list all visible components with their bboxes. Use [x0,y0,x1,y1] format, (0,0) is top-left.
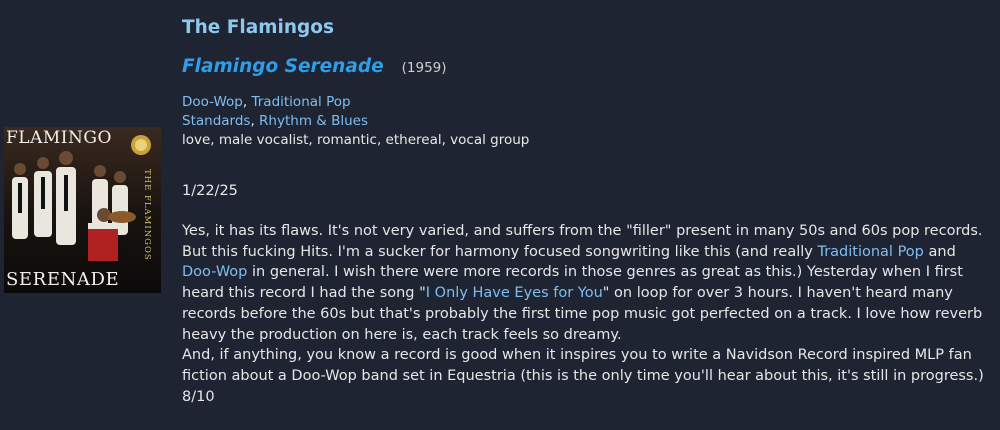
genre-link-doo-wop[interactable]: Doo-Wop [182,94,243,110]
review-date: 1/22/25 [182,183,238,199]
review-text-segment: and [923,243,956,260]
genre-separator: , [250,113,260,129]
album-cover-image[interactable]: FLAMINGO SERENADE THE FLAMINGOS [4,127,161,293]
inline-genre-link-doo-wop[interactable]: Doo-Wop [182,264,247,280]
secondary-genres: Standards, Rhythm & Blues [182,112,992,131]
cover-title-top: FLAMINGO [6,128,112,148]
release-info: The Flamingos Flamingo Serenade (1959) D… [182,14,992,407]
genre-list: Doo-Wop, Traditional Pop Standards, Rhyt… [182,93,992,150]
genre-link-rhythm-and-blues[interactable]: Rhythm & Blues [259,113,368,129]
album-title-link[interactable]: Flamingo Serenade [182,56,384,77]
review-paragraph-2: And, if anything, you know a record is g… [182,347,984,384]
genre-link-standards[interactable]: Standards [182,113,250,129]
artist-name[interactable]: The Flamingos [182,14,992,42]
review-rating: 8/10 [182,388,215,405]
primary-genres: Doo-Wop, Traditional Pop [182,93,992,112]
cover-artist-side: THE FLAMINGOS [142,169,152,261]
album-cover-art: FLAMINGO SERENADE THE FLAMINGOS [4,127,161,293]
cover-title-bottom: SERENADE [6,269,119,290]
album-title-row: Flamingo Serenade (1959) [182,56,992,77]
descriptor-tags: love, male vocalist, romantic, ethereal,… [182,132,530,148]
genre-link-traditional-pop[interactable]: Traditional Pop [251,94,350,110]
review-paragraph-1: Yes, it has its flaws. It's not very var… [182,221,992,345]
album-year: (1959) [401,60,447,76]
inline-song-link[interactable]: I Only Have Eyes for You [426,285,603,301]
review-text: Yes, it has its flaws. It's not very var… [182,221,992,407]
review-page: FLAMINGO SERENADE THE FLAMINGOS The Flam… [0,0,1000,430]
inline-genre-link-traditional-pop[interactable]: Traditional Pop [817,244,923,260]
